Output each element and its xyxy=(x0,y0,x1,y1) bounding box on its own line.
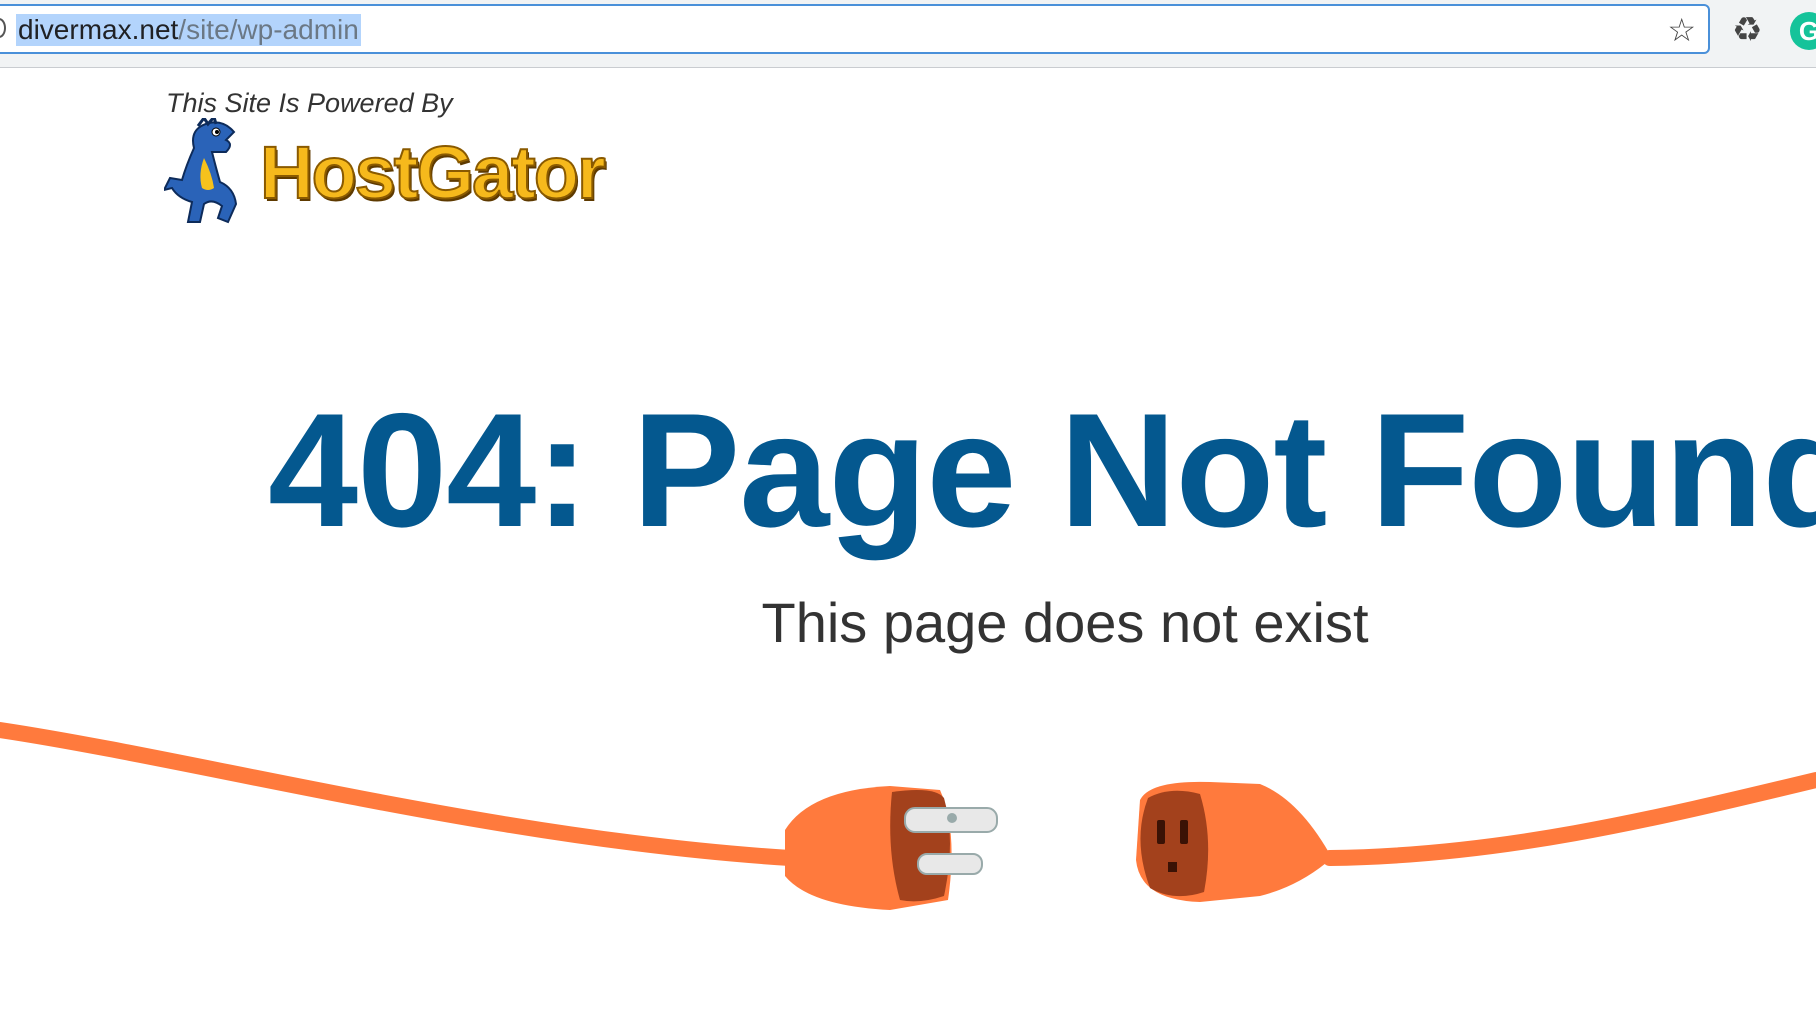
url-path: /site/wp-admin xyxy=(178,14,359,45)
logo-wordmark: HostGator xyxy=(259,130,607,215)
unplugged-cord-illustration xyxy=(0,722,1816,910)
url-text[interactable]: divermax.net/site/wp-admin xyxy=(16,14,361,46)
hostgator-logo[interactable]: HostGator xyxy=(164,118,624,228)
error-subtitle: This page does not exist xyxy=(761,591,1369,654)
recycle-icon[interactable]: ♻ xyxy=(1732,10,1762,50)
grammarly-icon[interactable]: G xyxy=(1790,12,1816,50)
star-icon[interactable]: ☆ xyxy=(1667,12,1696,48)
error-headline: 404: Page Not Found xyxy=(268,380,1816,561)
socket-face xyxy=(1140,790,1209,897)
gator-mascot-icon xyxy=(164,118,238,224)
left-cord xyxy=(0,722,798,866)
url-host: divermax.net xyxy=(18,14,179,45)
powered-by-text: This Site Is Powered By xyxy=(166,88,453,118)
right-cord xyxy=(1322,772,1816,866)
plug-prong-bottom xyxy=(917,853,983,875)
browser-toolbar: divermax.net/site/wp-admin ☆ ♻ G xyxy=(0,0,1816,68)
address-bar[interactable]: divermax.net/site/wp-admin ☆ xyxy=(0,4,1710,54)
info-icon[interactable] xyxy=(0,18,6,38)
plug-face xyxy=(890,790,950,902)
